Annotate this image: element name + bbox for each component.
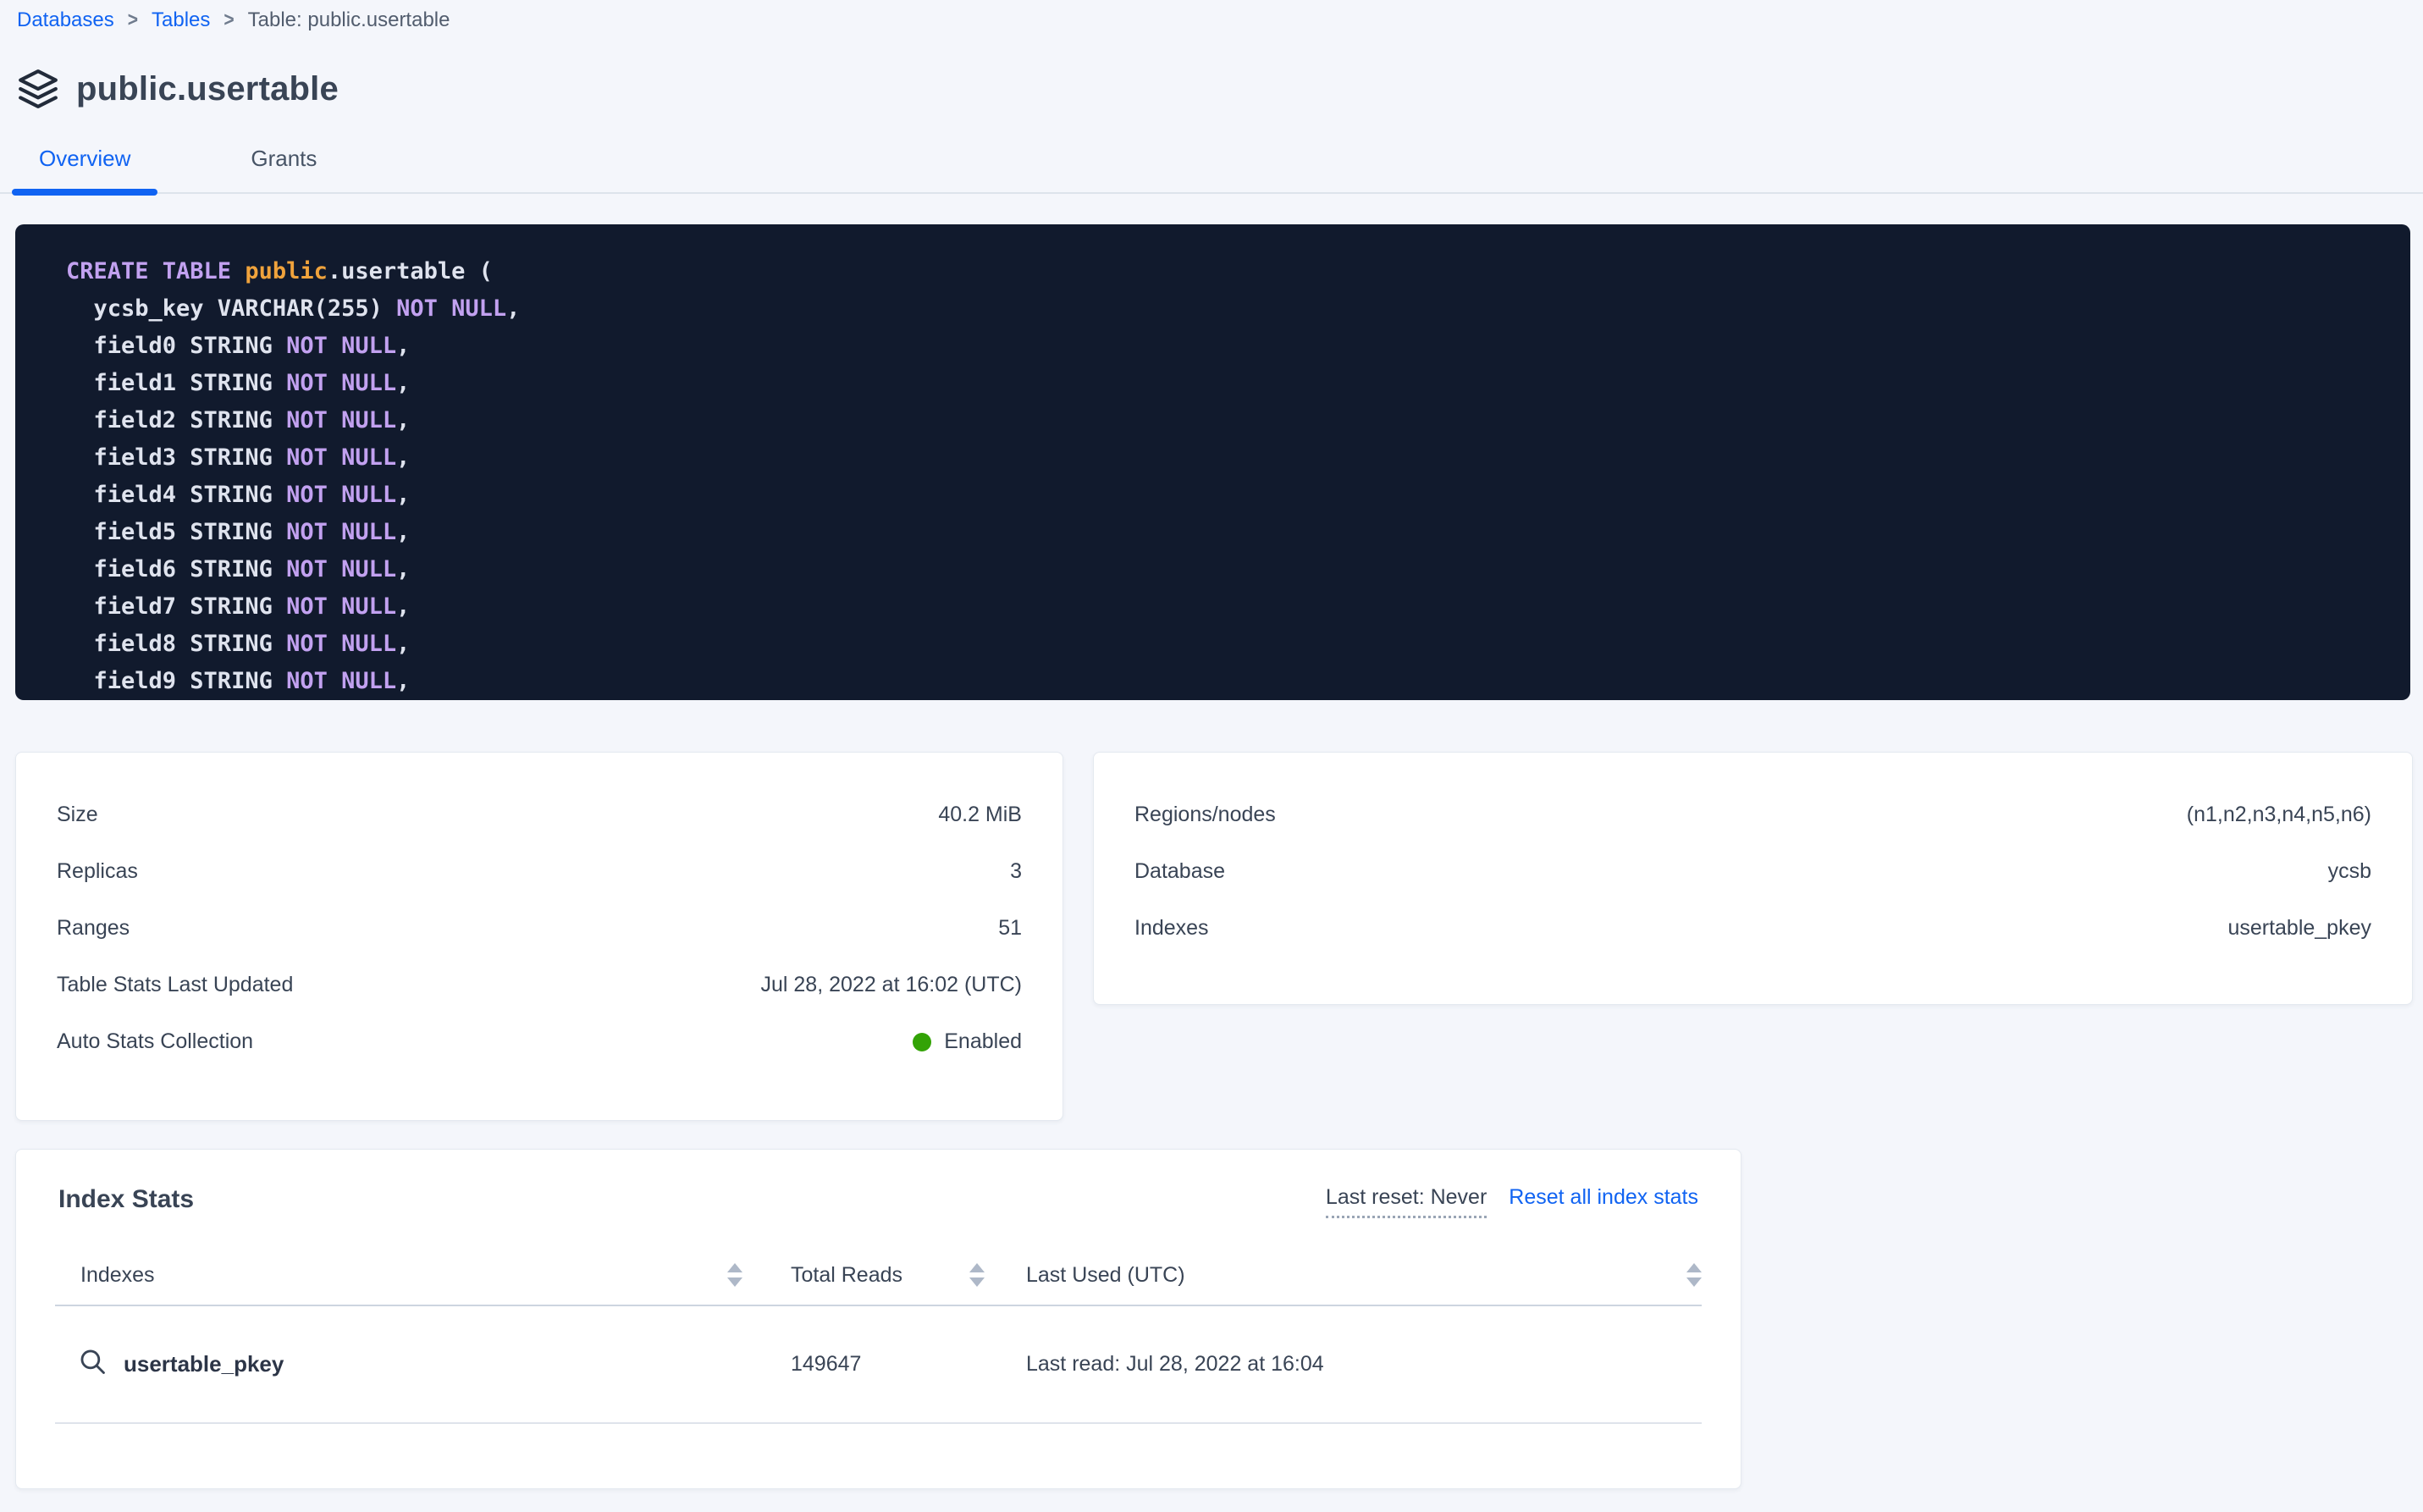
sql-line: field3 STRING NOT NULL,: [66, 439, 2376, 477]
total-reads-cell: 149647: [742, 1352, 985, 1377]
sql-line: field5 STRING NOT NULL,: [66, 514, 2376, 551]
detail-value: 51: [998, 916, 1022, 941]
detail-label: Indexes: [1134, 916, 1209, 941]
detail-label: Regions/nodes: [1134, 803, 1276, 827]
search-icon: [78, 1347, 107, 1382]
sort-icon[interactable]: [969, 1263, 985, 1287]
detail-value: Enabled: [913, 1029, 1022, 1054]
breadcrumb-current: Table: public.usertable: [248, 8, 450, 32]
tab-overview[interactable]: Overview: [12, 141, 157, 192]
detail-label: Table Stats Last Updated: [57, 973, 293, 997]
detail-value: (n1,n2,n3,n4,n5,n6): [2187, 803, 2371, 827]
page-header: public.usertable: [17, 68, 2423, 110]
sql-line: field0 STRING NOT NULL,: [66, 328, 2376, 365]
sql-line: field1 STRING NOT NULL,: [66, 365, 2376, 402]
last-used-cell: Last read: Jul 28, 2022 at 16:04: [985, 1352, 1702, 1377]
reset-all-index-stats-link[interactable]: Reset all index stats: [1509, 1185, 1698, 1210]
table-details-card: Size 40.2 MiB Replicas 3 Ranges 51: [15, 752, 1063, 1121]
index-stats-card: Index Stats Last reset: Never Reset all …: [15, 1149, 1741, 1489]
detail-value: 40.2 MiB: [938, 803, 1022, 827]
sql-line: field8 STRING NOT NULL,: [66, 626, 2376, 663]
detail-row: Replicas 3: [57, 843, 1022, 900]
index-name-cell[interactable]: usertable_pkey: [55, 1347, 742, 1382]
detail-value-text: 3: [1010, 859, 1022, 884]
detail-label: Size: [57, 803, 98, 827]
detail-value: 3: [1010, 859, 1022, 884]
index-name[interactable]: usertable_pkey: [124, 1351, 284, 1377]
last-reset-label: Last reset: Never: [1326, 1185, 1487, 1218]
column-header-total-reads[interactable]: Total Reads: [742, 1263, 985, 1288]
details-section: Size 40.2 MiB Replicas 3 Ranges 51: [15, 752, 2413, 1121]
detail-label: Auto Stats Collection: [57, 1029, 253, 1054]
sql-line: field6 STRING NOT NULL,: [66, 551, 2376, 588]
tab-bar: Overview Grants: [0, 141, 2423, 194]
sql-line: field7 STRING NOT NULL,: [66, 588, 2376, 626]
detail-row: Size 40.2 MiB: [57, 786, 1022, 843]
layers-stack-icon: [17, 68, 59, 110]
tab-grants[interactable]: Grants: [224, 141, 344, 192]
chevron-right-icon: >: [128, 8, 138, 32]
column-header-label: Indexes: [80, 1263, 155, 1288]
detail-value: ycsb: [2328, 859, 2371, 884]
index-stats-header: Index Stats Last reset: Never Reset all …: [55, 1185, 1702, 1218]
chevron-right-icon: >: [224, 8, 234, 32]
detail-row: Indexes usertable_pkey: [1134, 900, 2371, 957]
detail-row: Ranges 51: [57, 900, 1022, 957]
detail-label: Replicas: [57, 859, 138, 884]
sort-icon[interactable]: [1686, 1263, 1702, 1287]
detail-value: Jul 28, 2022 at 16:02 (UTC): [761, 973, 1023, 997]
breadcrumb: Databases > Tables > Table: public.usert…: [0, 0, 2423, 32]
column-header-label: Last Used (UTC): [1026, 1263, 1185, 1288]
column-header-indexes[interactable]: Indexes: [55, 1263, 742, 1288]
detail-label: Database: [1134, 859, 1225, 884]
index-stats-title: Index Stats: [58, 1185, 194, 1214]
breadcrumb-tables[interactable]: Tables: [152, 8, 210, 32]
index-stats-table: Indexes Total Reads Last Used (UTC): [55, 1245, 1702, 1424]
page-title: public.usertable: [76, 70, 339, 108]
detail-row: Database ycsb: [1134, 843, 2371, 900]
create-table-sql-box[interactable]: CREATE TABLE public.usertable ( ycsb_key…: [15, 224, 2410, 700]
sort-icon[interactable]: [727, 1263, 742, 1287]
column-header-label: Total Reads: [791, 1263, 902, 1288]
sql-line: field9 STRING NOT NULL,: [66, 663, 2376, 700]
index-stats-table-header: Indexes Total Reads Last Used (UTC): [55, 1245, 1702, 1306]
detail-row: Auto Stats Collection Enabled: [57, 1013, 1022, 1070]
detail-value-text: 40.2 MiB: [938, 803, 1022, 827]
status-dot-icon: [913, 1033, 931, 1051]
detail-row: Regions/nodes (n1,n2,n3,n4,n5,n6): [1134, 786, 2371, 843]
sql-line: ycsb_key VARCHAR(255) NOT NULL,: [66, 290, 2376, 328]
detail-value-text: ycsb: [2328, 859, 2371, 884]
detail-label: Ranges: [57, 916, 130, 941]
detail-value: usertable_pkey: [2227, 916, 2371, 941]
table-location-card: Regions/nodes (n1,n2,n3,n4,n5,n6) Databa…: [1093, 752, 2413, 1005]
breadcrumb-databases[interactable]: Databases: [17, 8, 114, 32]
sql-line: field2 STRING NOT NULL,: [66, 402, 2376, 439]
detail-row: Table Stats Last Updated Jul 28, 2022 at…: [57, 957, 1022, 1013]
table-row: usertable_pkey 149647 Last read: Jul 28,…: [55, 1306, 1702, 1424]
sql-line: CREATE TABLE public.usertable (: [66, 253, 2376, 290]
column-header-last-used[interactable]: Last Used (UTC): [985, 1263, 1702, 1288]
index-stats-controls: Last reset: Never Reset all index stats: [1326, 1185, 1698, 1218]
detail-value-text: (n1,n2,n3,n4,n5,n6): [2187, 803, 2371, 827]
sql-line: field4 STRING NOT NULL,: [66, 477, 2376, 514]
detail-value-text: usertable_pkey: [2227, 916, 2371, 941]
detail-value-text: Jul 28, 2022 at 16:02 (UTC): [761, 973, 1023, 997]
detail-value-text: 51: [998, 916, 1022, 941]
detail-value-text: Enabled: [944, 1029, 1022, 1054]
index-stats-table-body: usertable_pkey 149647 Last read: Jul 28,…: [55, 1306, 1702, 1424]
